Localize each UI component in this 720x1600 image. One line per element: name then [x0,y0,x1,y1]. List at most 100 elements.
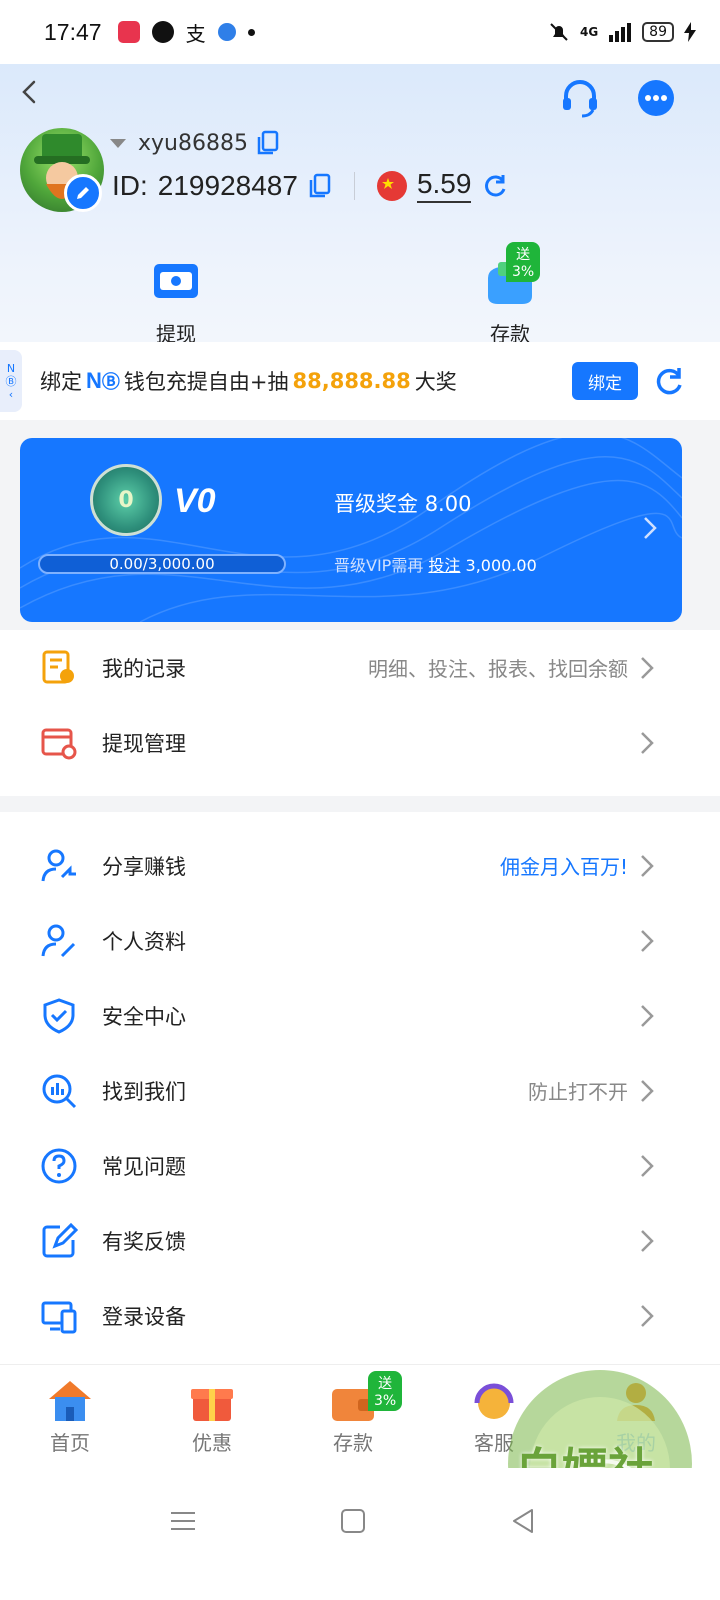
share-user-icon [41,849,76,881]
menu-label: 分享赚钱 [102,854,186,879]
question-icon [41,1148,77,1183]
charging-icon [684,22,696,42]
devices-icon [41,1301,77,1333]
bind-text-middle: 钱包充提自由+抽 [123,370,289,394]
battery-level: 89 [642,22,674,42]
search-chart-icon [42,1074,77,1108]
vip-bonus-value: 8.00 [424,492,472,516]
vip-medal-label: 0 [118,487,134,513]
menu-item-withdraw-manage[interactable]: 提现管理 [0,705,720,780]
system-nav-bar [0,1468,720,1600]
status-app-icons: 支 [117,18,255,47]
signal-icon [609,23,632,42]
status-right: 4G 89 [548,21,696,43]
refresh-icon[interactable] [652,364,686,398]
balance-value[interactable]: 5.59 [416,168,472,203]
copy-icon[interactable] [256,130,280,156]
tab-promotions[interactable]: 优惠 [162,1377,262,1456]
menu-lines-icon[interactable] [168,1506,198,1536]
chevron-right-icon [641,1154,654,1177]
side-tab-coin-icon: Ⓑ [5,374,17,388]
nb-wallet-logo: NⒷ [86,368,120,394]
vip-level: V0 [174,482,216,520]
menu-label: 找到我们 [102,1079,186,1104]
deposit-bonus-badge: 送3% [506,242,541,282]
vip-chevron-right-icon[interactable] [640,514,660,542]
chevron-right-icon [641,1229,654,1252]
prize-amount: 88,888.88 [292,369,411,393]
menu-label: 提现管理 [102,731,186,756]
menu-group-account: 分享赚钱 佣金月入百万! 个人资料 安全中心 找到我们 防止打不开 常见问题 有… [0,812,720,1364]
records-icon [42,650,74,683]
menu-item-profile[interactable]: 个人资料 [0,903,720,978]
side-tab-chevron-icon: ‹ [8,387,14,401]
vip-requirement: 晋级VIP需再 投注 3,000.00 [334,552,537,576]
vip-bonus: 晋级奖金 8.00 [334,488,471,518]
edit-avatar-button[interactable] [64,174,102,212]
back-chevron-icon[interactable] [14,76,46,108]
menu-item-feedback[interactable]: 有奖反馈 [0,1203,720,1278]
withdraw-manage-icon [41,728,77,759]
mute-bell-icon [550,23,568,41]
menu-label: 安全中心 [102,1004,186,1029]
network-label: 4G [579,25,599,39]
tab-label: 首页 [50,1431,90,1455]
bind-button[interactable]: 绑定 [572,362,638,400]
vip-card[interactable]: 0 V0 0.00/3,000.00 晋级奖金 8.00 晋级VIP需再 投注 … [20,438,682,622]
bet-link[interactable]: 投注 [428,556,460,575]
wallet-icon: 送3% [328,1371,403,1425]
vip-progress-text: 0.00/3,000.00 [109,555,215,573]
home-square-icon[interactable] [338,1506,368,1536]
tab-home[interactable]: 首页 [20,1377,120,1456]
menu-item-faq[interactable]: 常见问题 [0,1128,720,1203]
vip-bonus-label: 晋级奖金 [334,492,418,516]
menu-item-records[interactable]: 我的记录 明细、投注、报表、找回余额 [0,630,720,705]
chevron-right-icon [641,1304,654,1327]
menu-item-security[interactable]: 安全中心 [0,978,720,1053]
home-icon [45,1377,95,1425]
menu-item-find-us[interactable]: 找到我们 防止打不开 [0,1053,720,1128]
chevron-right-icon [641,929,654,952]
refresh-balance-icon[interactable] [481,172,509,200]
vip-progress-bar: 0.00/3,000.00 [38,554,286,574]
deposit-wallet-icon: 送3% [480,242,541,312]
customer-service-headset-icon[interactable] [558,76,602,120]
menu-hint: 明细、投注、报表、找回余额 [368,657,628,681]
gift-icon [187,1377,237,1425]
user-id: 219928487 [157,169,298,201]
telegram-icon [151,21,174,43]
china-flag-icon [376,170,407,201]
menu-group-records: 我的记录 明细、投注、报表、找回余额 提现管理 [0,630,720,796]
chevron-right-icon [641,1079,654,1102]
id-label: ID: [112,169,148,201]
chat-bubble-icon[interactable] [634,76,678,120]
withdraw-quick-action[interactable]: 提现 [96,256,256,347]
chevron-right-icon [641,656,654,679]
menu-label: 我的记录 [102,656,186,681]
withdraw-icon [146,256,206,312]
bind-text-after: 大奖 [414,370,457,394]
menu-item-share-earn[interactable]: 分享赚钱 佣金月入百万! [0,828,720,903]
menu-hint: 佣金月入百万! [499,855,628,879]
chevron-right-icon [641,731,654,754]
copy-id-icon[interactable] [308,173,332,199]
music-app-icon [117,21,140,43]
feedback-edit-icon [42,1222,78,1257]
side-float-tab[interactable]: N Ⓑ ‹ [0,350,22,412]
menu-item-devices[interactable]: 登录设备 [0,1278,720,1353]
tab-deposit[interactable]: 送3% 存款 [303,1371,403,1456]
username-row: xyu86885 [110,130,280,156]
menu-label: 常见问题 [102,1154,186,1179]
caret-down-icon[interactable] [110,138,126,148]
pencil-icon [77,187,89,199]
bind-wallet-banner: N Ⓑ ‹ 绑定 NⒷ 钱包充提自由+抽 88,888.88 大奖 绑定 [0,342,720,420]
menu-label: 有奖反馈 [102,1229,186,1254]
tab-label: 优惠 [192,1431,232,1455]
side-tab-label: N [6,361,16,375]
vip-medal-icon: 0 [90,464,162,536]
deposit-quick-action[interactable]: 送3% 存款 [430,242,590,347]
username: xyu86885 [138,130,248,156]
notification-dot-icon [247,28,255,36]
app-icon [217,23,236,41]
back-triangle-icon[interactable] [508,1506,538,1536]
